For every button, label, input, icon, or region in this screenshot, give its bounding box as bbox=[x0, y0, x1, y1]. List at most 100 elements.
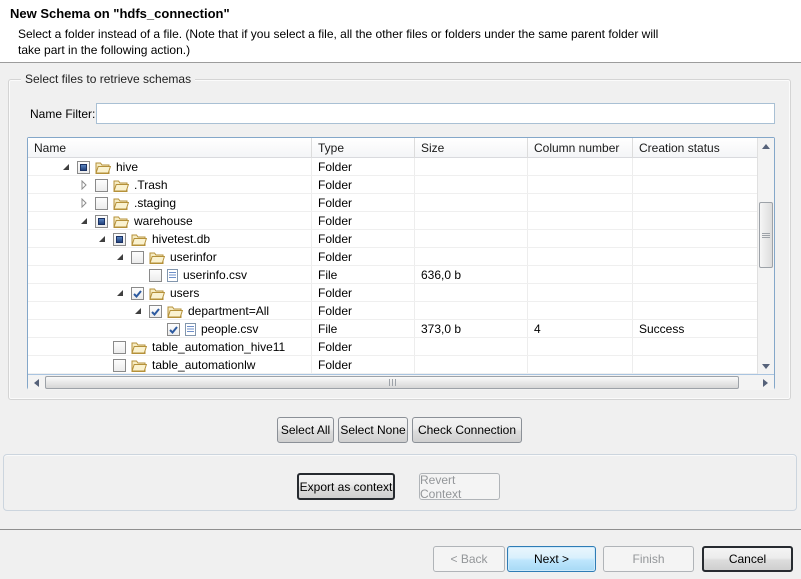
arrow-spacer bbox=[151, 320, 167, 338]
row-checkbox[interactable] bbox=[149, 269, 162, 282]
cancel-button[interactable]: Cancel bbox=[702, 546, 793, 572]
header-separator bbox=[311, 138, 312, 158]
expand-arrow-icon[interactable] bbox=[79, 176, 95, 194]
cell-type: Folder bbox=[318, 248, 352, 266]
arrow-spacer bbox=[133, 266, 149, 284]
finish-button: Finish bbox=[603, 546, 694, 572]
row-checkbox[interactable] bbox=[95, 215, 108, 228]
column-header-size[interactable]: Size bbox=[421, 138, 444, 158]
vertical-scrollbar[interactable] bbox=[757, 138, 774, 374]
name-cell: hivetest.db bbox=[28, 230, 210, 248]
arrow-spacer bbox=[97, 338, 113, 356]
check-connection-button[interactable]: Check Connection bbox=[412, 417, 522, 443]
expand-arrow-icon[interactable] bbox=[115, 284, 131, 302]
name-cell: table_automation_hive11 bbox=[28, 338, 285, 356]
cell-type: Folder bbox=[318, 194, 352, 212]
row-checkbox[interactable] bbox=[167, 323, 180, 336]
tree-row[interactable]: .staging Folder bbox=[28, 194, 757, 212]
expand-arrow-icon[interactable] bbox=[97, 230, 113, 248]
bottom-separator bbox=[0, 529, 801, 530]
row-checkbox[interactable] bbox=[113, 359, 126, 372]
description-line-1: Select a folder instead of a file. (Note… bbox=[18, 27, 658, 41]
select-all-button[interactable]: Select All bbox=[277, 417, 334, 443]
left-arrow-icon bbox=[34, 379, 39, 387]
folder-icon bbox=[149, 251, 165, 264]
row-label: table_automationlw bbox=[152, 358, 255, 372]
column-header-column-number[interactable]: Column number bbox=[534, 138, 619, 158]
wizard-header-banner: New Schema on "hdfs_connection" Select a… bbox=[0, 0, 801, 63]
tree-row[interactable]: hivetest.dbFolder bbox=[28, 230, 757, 248]
name-cell: userinfo.csv bbox=[28, 266, 247, 284]
next-button[interactable]: Next > bbox=[507, 546, 596, 572]
row-label: users bbox=[170, 286, 199, 300]
row-checkbox[interactable] bbox=[131, 287, 144, 300]
tree-row[interactable]: hiveFolder bbox=[28, 158, 757, 176]
cell-type: File bbox=[318, 320, 337, 338]
tree-row[interactable]: table_automationlw Folder bbox=[28, 356, 757, 374]
cell-type: Folder bbox=[318, 212, 352, 230]
column-header-creation-status[interactable]: Creation status bbox=[639, 138, 720, 158]
row-label: .Trash bbox=[134, 178, 168, 192]
vertical-scrollbar-thumb[interactable] bbox=[759, 202, 773, 268]
file-icon bbox=[167, 269, 178, 282]
expand-arrow-icon[interactable] bbox=[133, 302, 149, 320]
tree-row[interactable]: usersFolder bbox=[28, 284, 757, 302]
row-label: warehouse bbox=[134, 214, 193, 228]
expand-arrow-icon[interactable] bbox=[61, 158, 77, 176]
cell-type: Folder bbox=[318, 302, 352, 320]
row-label: .staging bbox=[134, 196, 176, 210]
row-label: hivetest.db bbox=[152, 232, 210, 246]
expand-arrow-icon[interactable] bbox=[115, 248, 131, 266]
new-schema-wizard-dialog: New Schema on "hdfs_connection" Select a… bbox=[0, 0, 801, 579]
tree-row[interactable]: people.csvFile373,0 b4Success bbox=[28, 320, 757, 338]
header-separator bbox=[414, 138, 415, 158]
tree-row[interactable]: warehouse Folder bbox=[28, 212, 757, 230]
expand-arrow-icon[interactable] bbox=[79, 194, 95, 212]
row-checkbox[interactable] bbox=[131, 251, 144, 264]
tree-row[interactable]: department=All Folder bbox=[28, 302, 757, 320]
column-header-type[interactable]: Type bbox=[318, 138, 344, 158]
scroll-left-button[interactable] bbox=[28, 375, 44, 390]
groupbox-label: Select files to retrieve schemas bbox=[21, 72, 195, 86]
row-checkbox[interactable] bbox=[149, 305, 162, 318]
scroll-up-button[interactable] bbox=[758, 138, 774, 154]
column-header-name[interactable]: Name bbox=[34, 138, 66, 158]
export-as-context-button[interactable]: Export as context bbox=[297, 473, 395, 500]
tree-row[interactable]: userinfo.csvFile636,0 b bbox=[28, 266, 757, 284]
name-cell: people.csv bbox=[28, 320, 258, 338]
row-checkbox[interactable] bbox=[95, 197, 108, 210]
row-checkbox[interactable] bbox=[113, 233, 126, 246]
folder-icon bbox=[131, 341, 147, 354]
cell-size: 636,0 b bbox=[421, 266, 461, 284]
expand-arrow-icon[interactable] bbox=[79, 212, 95, 230]
cell-type: Folder bbox=[318, 356, 352, 374]
down-arrow-icon bbox=[762, 364, 770, 369]
arrow-spacer bbox=[97, 356, 113, 374]
tree-row[interactable]: table_automation_hive11Folder bbox=[28, 338, 757, 356]
folder-icon bbox=[131, 233, 147, 246]
cell-size: 373,0 b bbox=[421, 320, 461, 338]
folder-icon bbox=[149, 287, 165, 300]
page-title: New Schema on "hdfs_connection" bbox=[10, 6, 230, 21]
header-separator bbox=[632, 138, 633, 158]
row-label: department=All bbox=[188, 304, 269, 318]
right-arrow-icon bbox=[763, 379, 768, 387]
context-panel bbox=[3, 454, 797, 511]
row-label: userinfor bbox=[170, 250, 217, 264]
row-checkbox[interactable] bbox=[77, 161, 90, 174]
scroll-right-button[interactable] bbox=[757, 375, 773, 390]
cell-column-number: 4 bbox=[534, 320, 541, 338]
table-header: Name Type Size Column number Creation st… bbox=[28, 138, 757, 158]
horizontal-scrollbar[interactable] bbox=[28, 374, 774, 390]
row-checkbox[interactable] bbox=[95, 179, 108, 192]
folder-icon bbox=[167, 305, 183, 318]
scroll-down-button[interactable] bbox=[758, 358, 774, 374]
select-none-button[interactable]: Select None bbox=[338, 417, 408, 443]
horizontal-scrollbar-thumb[interactable] bbox=[45, 376, 739, 389]
tree-row[interactable]: userinfor Folder bbox=[28, 248, 757, 266]
name-filter-input[interactable] bbox=[96, 103, 775, 124]
tree-row[interactable]: .TrashFolder bbox=[28, 176, 757, 194]
name-cell: table_automationlw bbox=[28, 356, 255, 374]
description-line-2: take part in the following action.) bbox=[18, 43, 190, 57]
row-checkbox[interactable] bbox=[113, 341, 126, 354]
